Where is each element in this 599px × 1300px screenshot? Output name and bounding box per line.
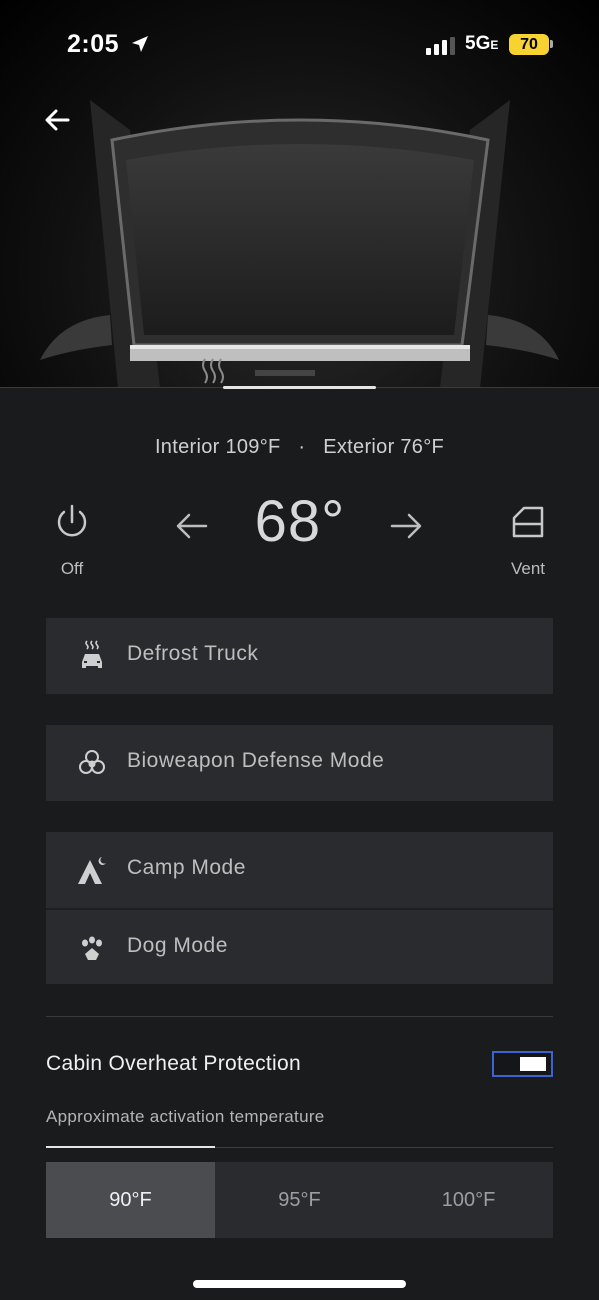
bioweapon-label: Bioweapon Defense Mode [127,749,385,772]
status-time: 2:05 [67,30,120,58]
temp-increase-button[interactable] [384,504,428,548]
battery-indicator: 70 [509,34,549,55]
window-vent-icon [512,506,544,538]
power-label: Off [60,559,84,578]
overheat-title: Cabin Overheat Protection [46,1052,301,1075]
arrow-left-icon [176,513,208,539]
dog-mode-button[interactable]: Dog Mode [46,908,553,984]
separator-dot: · [298,436,306,458]
modes-card: Camp Mode Dog Mode [46,832,553,984]
temp-option-100[interactable]: 100°F [384,1162,553,1238]
arrow-right-icon [390,513,422,539]
dog-label: Dog Mode [127,934,228,957]
temp-option-95[interactable]: 95°F [215,1162,384,1238]
activation-track-active [46,1146,215,1148]
section-divider [46,1016,553,1017]
climate-power-button[interactable]: Off [46,500,98,590]
bioweapon-defense-button[interactable]: Bioweapon Defense Mode [46,725,553,801]
home-indicator[interactable] [193,1280,406,1288]
defrost-truck-button[interactable]: Defrost Truck [46,618,553,694]
power-icon [57,504,87,537]
bioweapon-card: Bioweapon Defense Mode [46,725,553,801]
camp-label: Camp Mode [127,856,246,879]
temp-option-90[interactable]: 90°F [46,1162,215,1238]
location-arrow-icon [132,36,148,52]
overheat-toggle[interactable] [492,1051,553,1077]
vent-button[interactable]: Vent [500,500,556,590]
temp-decrease-button[interactable] [170,504,214,548]
toggle-knob [520,1057,546,1071]
sheet-handle[interactable] [223,386,376,389]
network-type: 5GE [465,33,499,54]
defrost-label: Defrost Truck [127,642,259,665]
biohazard-icon [79,750,105,774]
camp-mode-button[interactable]: Camp Mode [46,832,553,908]
defrost-car-icon [82,640,102,668]
status-bar: 2:05 5GE 70 [0,0,599,90]
activation-temp-selector: 90°F 95°F 100°F [46,1162,553,1238]
cellular-signal-icon [426,37,455,55]
vent-label: Vent [510,559,546,578]
interior-temp: Interior 109°F [154,436,281,458]
battery-tip [550,40,553,48]
defrost-card: Defrost Truck [46,618,553,694]
temperature-readout: Interior 109°F · Exterior 76°F [0,436,599,459]
set-temperature: 68° [254,489,346,554]
activation-temp-label: Approximate activation temperature [46,1107,325,1126]
tent-moon-icon [78,857,106,884]
exterior-temp: Exterior 76°F [323,436,445,458]
paw-icon [82,936,102,960]
arrow-left-icon [45,109,70,131]
back-button[interactable] [40,102,76,138]
